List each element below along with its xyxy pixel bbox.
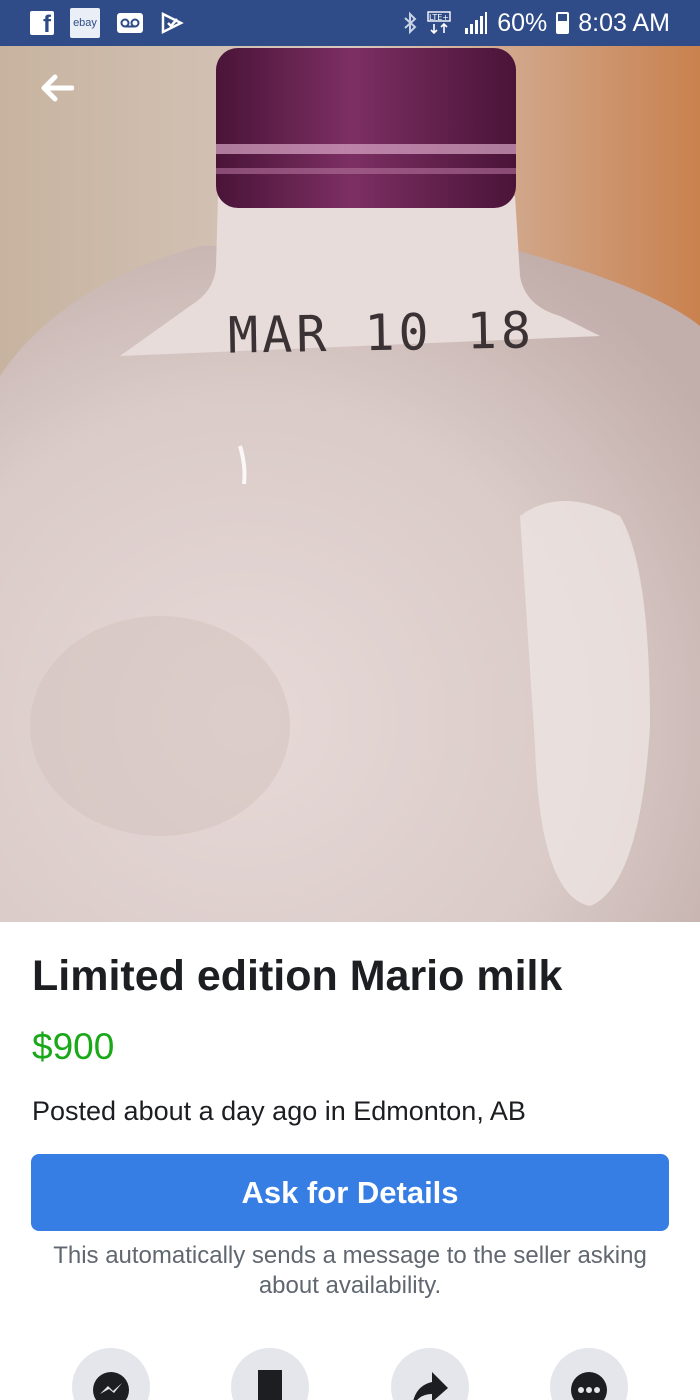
- save-icon: [258, 1370, 282, 1400]
- save-button[interactable]: [231, 1348, 309, 1400]
- arrow-left-icon: [41, 74, 74, 102]
- svg-text:LTE+: LTE+: [429, 13, 449, 22]
- action-row: [0, 1348, 700, 1400]
- date-stamp: MAR 10 18: [227, 301, 536, 365]
- ask-for-details-button[interactable]: Ask for Details: [31, 1154, 669, 1231]
- message-button[interactable]: [72, 1348, 150, 1400]
- listing-photo[interactable]: MAR 10 18: [0, 46, 700, 922]
- system-status: LTE+ 60% 8:03 AM: [402, 9, 670, 38]
- more-button[interactable]: [550, 1348, 628, 1400]
- listing-price: $900: [32, 1026, 115, 1067]
- listing-title: Limited edition Mario milk: [32, 952, 563, 1000]
- bluetooth-icon: [402, 11, 418, 35]
- network-icon: LTE+: [427, 11, 455, 35]
- notification-icons: f ebay: [30, 8, 184, 38]
- status-bar: f ebay LTE+ 60% 8:03 AM: [0, 0, 700, 46]
- milk-jug-illustration: [0, 46, 700, 922]
- ask-details-note: This automatically sends a message to th…: [53, 1242, 647, 1299]
- checklist-icon: [160, 11, 184, 35]
- battery-icon: [556, 12, 570, 34]
- more-icon: [571, 1372, 607, 1400]
- messenger-icon: [93, 1372, 129, 1400]
- voicemail-icon: [116, 12, 144, 34]
- battery-percent: 60%: [497, 8, 548, 37]
- share-icon: [413, 1372, 448, 1400]
- posted-info: Posted about a day ago in Edmonton, AB: [32, 1096, 526, 1126]
- clock: 8:03 AM: [578, 8, 670, 37]
- facebook-icon: f: [30, 11, 54, 37]
- share-button[interactable]: [391, 1348, 469, 1400]
- ebay-icon: ebay: [70, 8, 100, 38]
- back-button[interactable]: [40, 74, 84, 110]
- signal-icon: [464, 11, 488, 35]
